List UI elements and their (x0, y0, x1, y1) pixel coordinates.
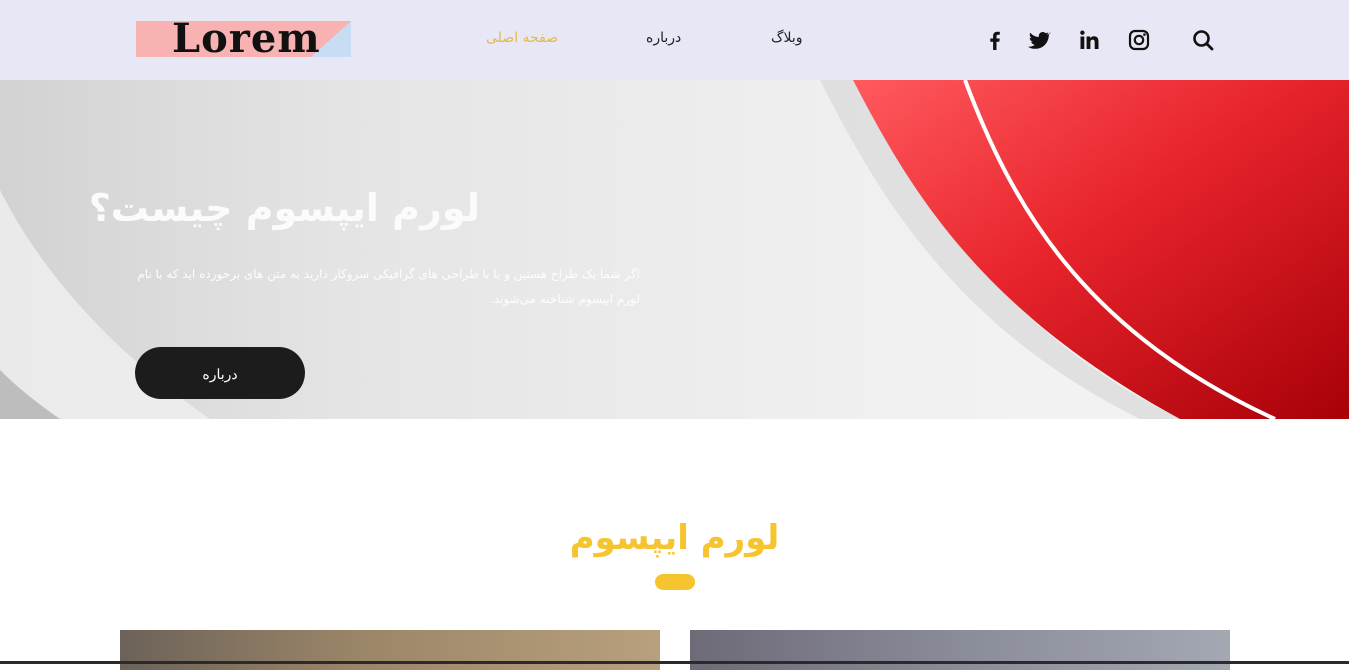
article-card-image[interactable] (690, 630, 1230, 670)
section-title-underline (655, 574, 695, 590)
section-title: لورم ایپسوم (569, 518, 780, 558)
nav-link-home[interactable]: صفحه اصلی (486, 30, 558, 46)
instagram-icon[interactable] (1127, 28, 1151, 52)
facebook-icon[interactable] (983, 28, 1007, 52)
search-icon[interactable] (1191, 28, 1215, 52)
twitter-icon[interactable] (1027, 28, 1051, 52)
linkedin-icon[interactable] (1077, 28, 1101, 52)
hero-banner: لورم ایپسوم چیست؟ اگر شما یک طراح هستین … (0, 80, 1349, 419)
hero-description: اگر شما یک طراح هستین و یا با طراحی های … (137, 267, 640, 306)
logo-text: Lorem (172, 21, 321, 57)
about-button[interactable]: درباره (135, 347, 305, 399)
nav-link-blog[interactable]: وبلاگ (771, 30, 803, 46)
article-card-image[interactable] (120, 630, 660, 670)
site-header: Lorem صفحه اصلی درباره وبلاگ (0, 0, 1349, 80)
hero-title: لورم ایپسوم چیست؟ (88, 186, 480, 230)
logo[interactable]: Lorem (136, 21, 351, 57)
nav-link-about[interactable]: درباره (646, 30, 681, 46)
